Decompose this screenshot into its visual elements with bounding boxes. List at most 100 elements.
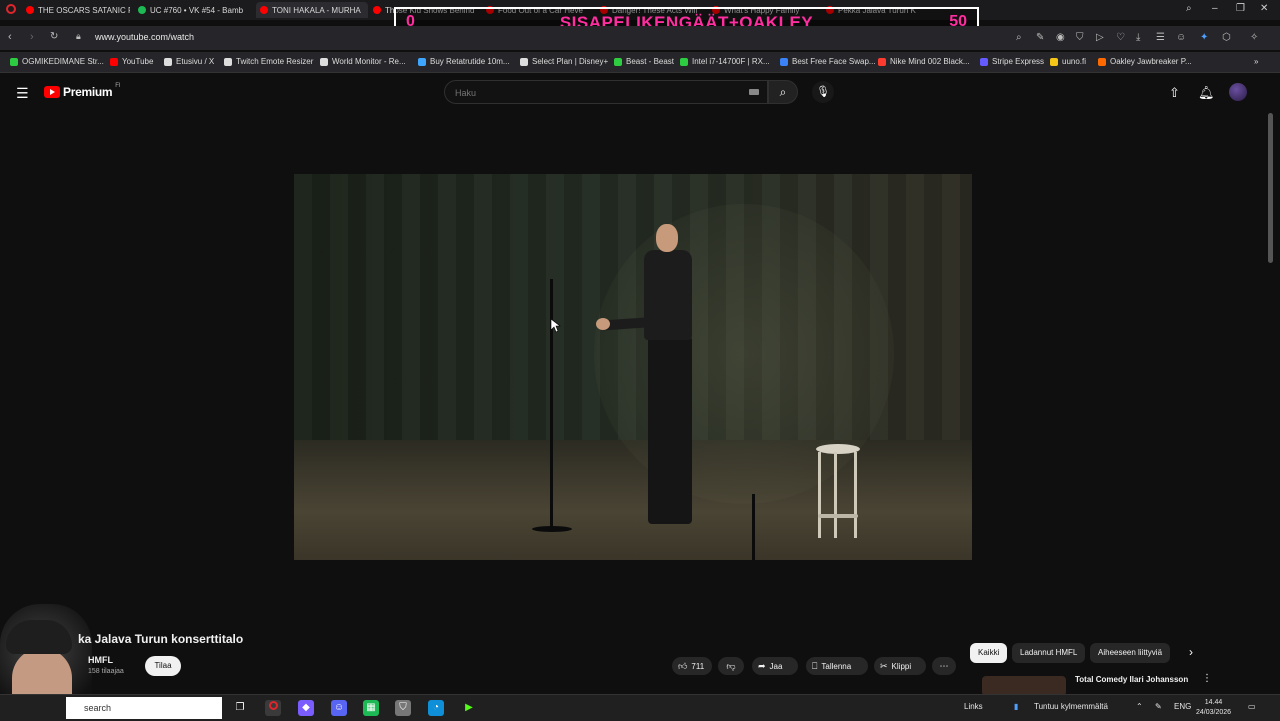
bookmark-label: Nike Mind 002 Black... xyxy=(890,57,970,66)
bookmark-item[interactable]: Intel i7-14700F | RX... xyxy=(680,57,770,66)
language-indicator[interactable]: ENG xyxy=(1174,702,1191,711)
kick-icon[interactable]: ▶ xyxy=(461,700,477,716)
player-icon[interactable]: ▷ xyxy=(1096,32,1104,43)
clip-button[interactable]: ✂ Klippi xyxy=(874,657,926,675)
browser-tab[interactable]: UC #760 • VK #54 - Bamb xyxy=(138,2,246,18)
weather-text[interactable]: Tuntuu kylmemmältä xyxy=(1034,702,1108,711)
close-icon[interactable]: ✕ xyxy=(1260,3,1268,14)
bookmark-item[interactable]: Buy Retatrutide 10m... xyxy=(418,57,510,66)
camera-icon[interactable]: ◉ xyxy=(1056,32,1065,43)
spreadsheet-icon[interactable]: ▦ xyxy=(363,700,379,716)
search-input[interactable] xyxy=(453,87,717,99)
stool-ring xyxy=(818,514,858,518)
recommended-thumbnail[interactable] xyxy=(982,676,1066,696)
recommended-title[interactable]: Total Comedy Ilari Johansson xyxy=(1075,675,1188,684)
chevron-right-icon[interactable]: › xyxy=(1189,645,1193,659)
menu-list-icon[interactable]: ☰ xyxy=(1156,32,1165,43)
browser-tab-active[interactable]: TONI HAKALA - MURHA xyxy=(256,2,368,18)
browser-tab[interactable]: THE OSCARS SATANIC RIT xyxy=(26,2,130,18)
avatar[interactable] xyxy=(1229,83,1247,101)
bookmark-label: Etusivu / X xyxy=(176,57,215,66)
extension-icon[interactable]: ✦ xyxy=(1200,32,1208,43)
notifications-icon[interactable]: ▭ xyxy=(1248,702,1256,711)
channel-name[interactable]: HMFL xyxy=(88,655,113,665)
upload-icon[interactable]: ⇧ xyxy=(1169,85,1180,101)
notifications-bell-icon[interactable]: 🔔︎ xyxy=(1198,85,1215,101)
back-icon[interactable]: ‹ xyxy=(8,31,12,43)
tab-favicon-icon xyxy=(26,6,34,14)
bookmark-item[interactable]: Select Plan | Disney+ xyxy=(520,57,608,66)
hamburger-menu-icon[interactable]: ☰ xyxy=(16,85,29,102)
bookmark-favicon-icon xyxy=(224,57,232,66)
forward-icon[interactable]: › xyxy=(30,31,34,43)
stool-leg xyxy=(818,452,821,538)
task-view-icon[interactable]: ❐ xyxy=(232,700,248,716)
bookmark-item[interactable]: Beast - Beast xyxy=(614,57,674,66)
scrollbar-thumb[interactable] xyxy=(1268,113,1273,263)
pen-icon[interactable]: ✎ xyxy=(1155,702,1162,711)
share-button[interactable]: ➦ Jaa xyxy=(752,657,798,675)
url-field[interactable]: www.youtube.com/watch xyxy=(95,32,194,42)
bookmark-favicon-icon xyxy=(110,57,118,66)
search-tabs-icon[interactable]: ⌕ xyxy=(1186,3,1192,14)
dislike-button[interactable]: 👎︎ xyxy=(718,657,744,675)
bookmark-item[interactable]: Etusivu / X xyxy=(164,57,214,66)
search-icon[interactable]: ⌕ xyxy=(1016,32,1022,43)
system-clock[interactable]: 14.44 24/03/2026 xyxy=(1196,698,1231,718)
reload-icon[interactable]: ↻ xyxy=(50,31,58,42)
bookmark-item[interactable]: uuno.fi xyxy=(1050,57,1086,66)
bookmark-favicon-icon xyxy=(520,57,528,66)
download-icon[interactable]: ⤓ xyxy=(1136,32,1140,43)
subscribe-button[interactable]: Tilaa xyxy=(145,656,181,676)
bookmark-favicon-icon xyxy=(10,57,18,66)
tray-chevron-icon[interactable]: ⌃ xyxy=(1136,702,1143,711)
links-toolbar[interactable]: Links xyxy=(964,702,983,711)
shield-taskbar-icon[interactable]: ⛉ xyxy=(395,700,411,716)
search-button[interactable]: ⌕ xyxy=(768,80,798,104)
bookmark-item[interactable]: Nike Mind 002 Black... xyxy=(878,57,970,66)
bookmark-item[interactable]: World Monitor - Re... xyxy=(320,57,406,66)
heart-icon[interactable]: ♡ xyxy=(1116,32,1125,43)
bookmark-item[interactable]: Stripe Express xyxy=(980,57,1044,66)
video-player[interactable] xyxy=(294,174,972,560)
ai-icon[interactable]: ✧ xyxy=(1250,32,1258,43)
shield-icon[interactable]: ⛉ xyxy=(1076,32,1084,43)
bookmarks-overflow-icon[interactable]: » xyxy=(1254,57,1258,66)
bookmark-item[interactable]: Twitch Emote Resizer xyxy=(224,57,313,66)
opera-logo-icon[interactable] xyxy=(6,4,16,14)
chip-all[interactable]: Kaikki xyxy=(970,643,1008,663)
chip-uploaded-by-channel[interactable]: Ladannut HMFL xyxy=(1012,643,1086,663)
bookmark-label: Stripe Express xyxy=(992,57,1045,66)
taskbar-search[interactable]: search xyxy=(66,697,222,719)
app-taskbar-icon[interactable]: ◆ xyxy=(298,700,314,716)
page-scrollbar[interactable] xyxy=(1267,113,1275,698)
voice-search-button[interactable]: 🎙︎ xyxy=(812,81,834,103)
youtube-premium-logo[interactable]: Premium FI xyxy=(44,83,121,99)
mic-stand-base xyxy=(532,526,572,532)
performer-head xyxy=(656,224,678,252)
save-label: Tallenna xyxy=(821,661,852,671)
bookmark-item[interactable]: OGMIKEDIMANE Str... xyxy=(10,57,104,66)
bookmark-item[interactable]: Best Free Face Swap... xyxy=(780,57,876,66)
clip-label: Klippi xyxy=(891,661,912,671)
discord-icon[interactable]: ☺ xyxy=(331,700,347,716)
profile-icon[interactable]: ☺ xyxy=(1176,32,1186,43)
chip-related[interactable]: Aiheeseen liittyviä xyxy=(1090,643,1171,663)
restore-icon[interactable]: ❐ xyxy=(1236,3,1245,14)
cube-icon[interactable]: ⬡ xyxy=(1222,32,1231,43)
keyboard-icon[interactable] xyxy=(749,89,759,95)
search-box[interactable] xyxy=(444,80,768,104)
edit-icon[interactable]: ✎ xyxy=(1036,32,1044,43)
edge-icon[interactable]: ◔ xyxy=(428,700,444,716)
bookmark-label: Beast - Beast xyxy=(626,57,675,66)
opera-taskbar-icon[interactable] xyxy=(265,700,281,716)
stage-floor xyxy=(294,440,972,560)
bookmark-item[interactable]: YouTube xyxy=(110,57,153,66)
like-button[interactable]: 👍︎ 711 xyxy=(672,657,712,675)
bookmark-label: Twitch Emote Resizer xyxy=(236,57,314,66)
bookmark-item[interactable]: Oakley Jawbreaker P... xyxy=(1098,57,1192,66)
more-actions-button[interactable]: ⋯ xyxy=(932,657,956,675)
minimize-icon[interactable]: – xyxy=(1212,3,1218,14)
save-button[interactable]: ⎕ Tallenna xyxy=(806,657,868,675)
more-vertical-icon[interactable]: ⋮ xyxy=(1202,673,1212,684)
